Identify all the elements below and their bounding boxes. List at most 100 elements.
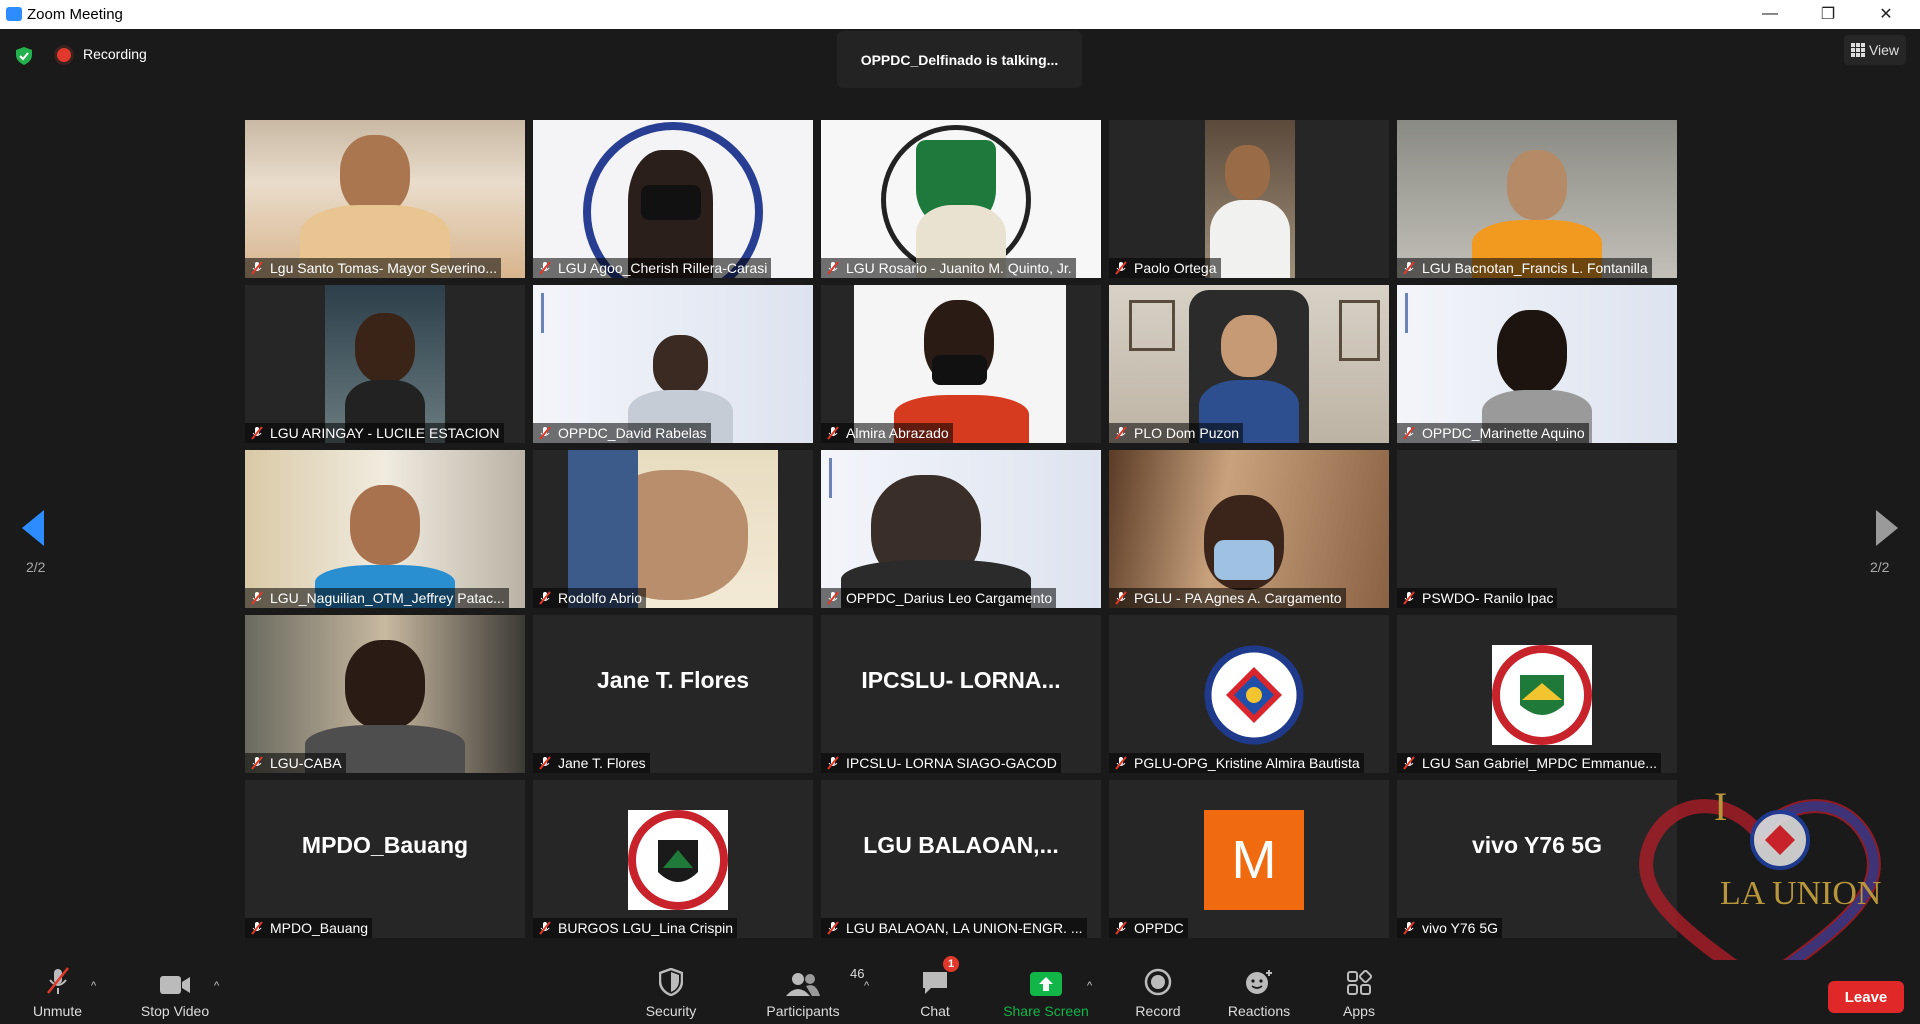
participant-display-name: LGU BALAOAN,... xyxy=(863,832,1059,858)
burgos-seal-logo xyxy=(628,810,728,910)
reactions-button[interactable]: Reactions xyxy=(1224,960,1294,1019)
participant-tile[interactable]: MPDO_Bauang MPDO_Bauang xyxy=(245,780,525,938)
view-label: View xyxy=(1868,42,1900,58)
muted-mic-icon xyxy=(539,921,551,935)
muted-microphone-icon xyxy=(46,967,69,994)
muted-mic-icon xyxy=(539,591,551,605)
participant-namebar: Rodolfo Abrio xyxy=(533,588,647,608)
participant-namebar: OPPDC_David Rabelas xyxy=(533,423,711,443)
apps-button[interactable]: Apps xyxy=(1337,960,1381,1019)
muted-mic-icon xyxy=(1115,756,1127,770)
participant-tile[interactable]: Jane T. Flores Jane T. Flores xyxy=(533,615,813,773)
participant-display-name: IPCSLU- LORNA... xyxy=(861,667,1061,693)
participant-tile[interactable]: LGU Rosario - Juanito M. Quinto, Jr. xyxy=(821,120,1101,278)
participant-namebar: OPPDC xyxy=(1109,918,1188,938)
participant-tile[interactable]: OPPDC_David Rabelas xyxy=(533,285,813,443)
participant-tile[interactable]: LGU-CABA xyxy=(245,615,525,773)
next-page-arrow-icon[interactable] xyxy=(1874,510,1898,546)
participants-button[interactable]: 46 Participants xyxy=(760,960,864,1019)
share-screen-arrow-icon xyxy=(1030,972,1062,996)
participant-display-name: Jane T. Flores xyxy=(596,667,750,693)
participant-tile[interactable]: LGU_Naguilian_OTM_Jeffrey Patac... xyxy=(245,450,525,608)
participant-name: LGU_Naguilian_OTM_Jeffrey Patac... xyxy=(270,590,505,606)
participant-tile[interactable]: Paolo Ortega xyxy=(1109,120,1389,278)
participant-tile[interactable]: PGLU-OPG_Kristine Almira Bautista xyxy=(1109,615,1389,773)
close-button[interactable]: ✕ xyxy=(1866,3,1906,25)
share-screen-button[interactable]: Share Screen xyxy=(1000,960,1092,1019)
participant-tile[interactable]: LGU ARINGAY - LUCILE ESTACION xyxy=(245,285,525,443)
encryption-shield-icon[interactable] xyxy=(16,47,32,65)
page-indicator-right: 2/2 xyxy=(1870,559,1890,575)
participant-namebar: MPDO_Bauang xyxy=(245,918,373,938)
participant-tile[interactable]: LGU San Gabriel_MPDC Emmanue... xyxy=(1397,615,1677,773)
muted-mic-icon xyxy=(827,261,839,275)
participant-tile[interactable]: LGU BALAOAN,... LGU BALAOAN, LA UNION-EN… xyxy=(821,780,1101,938)
share-options-chevron-icon[interactable]: ^ xyxy=(1087,980,1092,992)
previous-page-arrow-icon[interactable] xyxy=(22,510,46,546)
participant-name: PGLU-OPG_Kristine Almira Bautista xyxy=(1134,755,1360,771)
chat-label: Chat xyxy=(920,1003,950,1019)
security-label: Security xyxy=(645,1003,697,1019)
participant-tile[interactable]: Rodolfo Abrio xyxy=(533,450,813,608)
muted-mic-icon xyxy=(539,261,551,275)
zoom-app-icon xyxy=(6,7,22,21)
security-button[interactable]: Security xyxy=(640,960,702,1019)
muted-mic-icon xyxy=(1115,261,1127,275)
participant-namebar: LGU BALAOAN, LA UNION-ENGR. ... xyxy=(821,918,1087,938)
chat-button[interactable]: 1 Chat xyxy=(913,956,959,1019)
participant-tile[interactable]: OPPDC_Marinette Aquino xyxy=(1397,285,1677,443)
participant-tile[interactable]: BURGOS LGU_Lina Crispin xyxy=(533,780,813,938)
participant-tile[interactable]: PLO Dom Puzon xyxy=(1109,285,1389,443)
video-feed xyxy=(245,615,525,773)
participant-tile[interactable]: Almira Abrazado xyxy=(821,285,1101,443)
participant-namebar: PSWDO- Ranilo Ipac xyxy=(1397,588,1558,608)
participant-name: LGU Rosario - Juanito M. Quinto, Jr. xyxy=(846,260,1072,276)
watermark-place-text: LA UNION xyxy=(1720,875,1882,912)
participants-options-chevron-icon[interactable]: ^ xyxy=(864,980,869,992)
muted-mic-icon xyxy=(1115,426,1127,440)
record-icon xyxy=(1144,968,1172,996)
video-options-chevron-icon[interactable]: ^ xyxy=(214,980,219,992)
record-button[interactable]: Record xyxy=(1130,960,1186,1019)
stop-video-button[interactable]: Stop Video xyxy=(135,960,215,1019)
muted-mic-icon xyxy=(1403,261,1415,275)
recording-label: Recording xyxy=(83,46,147,62)
minimize-button[interactable]: — xyxy=(1750,3,1790,25)
participant-namebar: Jane T. Flores xyxy=(533,753,650,773)
participant-tile[interactable]: PGLU - PA Agnes A. Cargamento xyxy=(1109,450,1389,608)
audio-options-chevron-icon[interactable]: ^ xyxy=(91,980,96,992)
participant-name: BURGOS LGU_Lina Crispin xyxy=(558,920,734,936)
video-feed xyxy=(568,450,778,608)
video-feed xyxy=(821,450,1101,608)
participant-name: Rodolfo Abrio xyxy=(558,590,643,606)
participant-tile[interactable]: IPCSLU- LORNA... IPCSLU- LORNA SIAGO-GAC… xyxy=(821,615,1101,773)
video-feed xyxy=(854,285,1066,443)
muted-mic-icon xyxy=(827,426,839,440)
participant-namebar: LGU Rosario - Juanito M. Quinto, Jr. xyxy=(821,258,1076,278)
participant-tile[interactable]: Lgu Santo Tomas- Mayor Severino... xyxy=(245,120,525,278)
participant-name: Almira Abrazado xyxy=(846,425,949,441)
participant-tile[interactable]: PSWDO- Ranilo Ipac xyxy=(1397,450,1677,608)
participant-name: OPPDC xyxy=(1134,920,1184,936)
participant-name: LGU Bacnotan_Francis L. Fontanilla xyxy=(1422,260,1648,276)
view-button[interactable]: View xyxy=(1844,35,1906,65)
window-title: Zoom Meeting xyxy=(27,6,123,23)
participant-namebar: LGU_Naguilian_OTM_Jeffrey Patac... xyxy=(245,588,509,608)
participant-tile[interactable]: OPPDC_Darius Leo Cargamento xyxy=(821,450,1101,608)
participant-name: PSWDO- Ranilo Ipac xyxy=(1422,590,1554,606)
stop-video-label: Stop Video xyxy=(140,1003,210,1019)
unmute-button[interactable]: Unmute xyxy=(30,960,85,1019)
participant-tile[interactable]: LGU Agoo_Cherish Rillera-Carasi xyxy=(533,120,813,278)
leave-meeting-button[interactable]: Leave xyxy=(1828,981,1904,1013)
participant-namebar: LGU San Gabriel_MPDC Emmanue... xyxy=(1397,753,1661,773)
participants-label: Participants xyxy=(766,1003,840,1019)
participant-tile[interactable]: M OPPDC xyxy=(1109,780,1389,938)
muted-mic-icon xyxy=(827,756,839,770)
video-feed xyxy=(245,120,525,278)
video-feed xyxy=(1109,450,1389,608)
restore-button[interactable]: ❐ xyxy=(1808,3,1848,25)
participant-tile[interactable]: LGU Bacnotan_Francis L. Fontanilla xyxy=(1397,120,1677,278)
participant-namebar: BURGOS LGU_Lina Crispin xyxy=(533,918,738,938)
participant-namebar: LGU Bacnotan_Francis L. Fontanilla xyxy=(1397,258,1652,278)
participant-namebar: Paolo Ortega xyxy=(1109,258,1221,278)
